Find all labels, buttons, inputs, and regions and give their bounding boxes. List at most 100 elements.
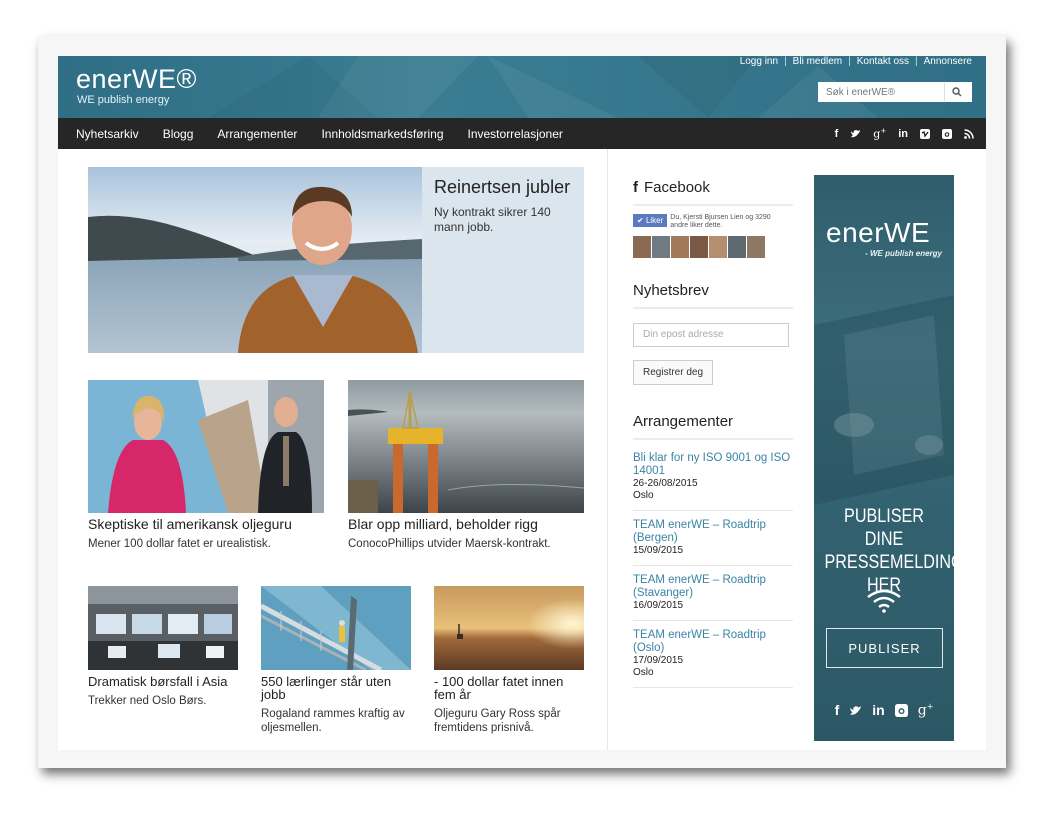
article-card[interactable]: Skeptiske til amerikansk oljeguru Mener … [88, 380, 324, 551]
avatar[interactable] [690, 236, 708, 258]
event-date: 15/09/2015 [633, 545, 684, 556]
event-date: 17/09/2015 [633, 655, 684, 666]
facebook-faces [633, 236, 793, 258]
google-plus-icon[interactable]: g+ [873, 127, 886, 141]
nav-item-news-archive[interactable]: Nyhetsarkiv [76, 127, 139, 141]
article-image[interactable] [348, 380, 584, 513]
main-nav: Nyhetsarkiv Blogg Arrangementer Innholds… [58, 118, 986, 149]
article-title[interactable]: Skeptiske til amerikansk oljeguru [88, 517, 324, 532]
linkedin-icon[interactable]: in [898, 128, 908, 140]
events-heading: Arrangementer [633, 413, 793, 440]
article-subtitle: ConocoPhillips utvider Maersk-kontrakt. [348, 538, 551, 550]
article-card[interactable]: 550 lærlinger står uten jobb Rogaland ra… [261, 586, 411, 735]
article-title[interactable]: Dramatisk børsfall i Asia [88, 675, 238, 688]
search-input[interactable] [818, 82, 944, 102]
ad-logo: enerWE [826, 217, 931, 248]
google-plus-icon[interactable]: g+ [918, 702, 934, 719]
list-item: TEAM enerWE – Roadtrip (Bergen) 15/09/20… [633, 519, 793, 566]
nav-item-events[interactable]: Arrangementer [217, 127, 297, 141]
event-link[interactable]: TEAM enerWE – Roadtrip (Oslo) [633, 629, 793, 655]
site-header: enerWE® WE publish energy Logg inn | Bli… [58, 56, 986, 118]
facebook-widget: ✔ Liker Du, Kjersti Bjursen Lien og 3290 … [633, 214, 793, 258]
article-image[interactable] [261, 586, 411, 670]
article-card[interactable]: Dramatisk børsfall i Asia Trekker ned Os… [88, 586, 238, 708]
hero-article[interactable]: Reinertsen jubler Ny kontrakt sikrer 140… [88, 167, 584, 353]
event-link[interactable]: TEAM enerWE – Roadtrip (Stavanger) [633, 574, 793, 600]
event-place: Oslo [633, 490, 654, 501]
wifi-icon [867, 589, 901, 613]
event-date: 16/09/2015 [633, 600, 684, 611]
list-item: Bli klar for ny ISO 9001 og ISO 14001 26… [633, 452, 793, 511]
vimeo-icon[interactable] [920, 128, 930, 139]
event-link[interactable]: TEAM enerWE – Roadtrip (Bergen) [633, 519, 793, 545]
sidebar: f Facebook ✔ Liker Du, Kjersti Bjursen Lie… [633, 149, 793, 750]
list-item: TEAM enerWE – Roadtrip (Stavanger) 16/09… [633, 574, 793, 621]
article-title[interactable]: 550 lærlinger står uten jobb [261, 675, 411, 701]
site-logo[interactable]: enerWE® [76, 64, 197, 95]
email-field[interactable]: Din epost adresse [633, 323, 789, 347]
article-title[interactable]: Blar opp milliard, beholder rigg [348, 517, 584, 532]
advertise-link[interactable]: Annonsere [924, 56, 972, 67]
register-button[interactable]: Registrer deg [633, 360, 714, 385]
avatar[interactable] [709, 236, 727, 258]
avatar[interactable] [728, 236, 746, 258]
publish-button[interactable]: PUBLISER [826, 628, 943, 668]
article-image[interactable] [88, 586, 238, 670]
facebook-icon: f [633, 179, 638, 196]
facebook-icon[interactable]: f [835, 702, 840, 719]
hero-image[interactable] [88, 167, 422, 353]
linkedin-icon[interactable]: in [872, 702, 884, 719]
advertisement-banner[interactable]: enerWE - WE publish energy PUBLISER DINE… [814, 175, 954, 741]
nav-item-investor-relations[interactable]: Investorrelasjoner [468, 127, 563, 141]
article-subtitle: Oljeguru Gary Ross spår fremtidens prisn… [434, 708, 561, 734]
search-box [818, 82, 972, 102]
top-links: Logg inn | Bli medlem | Kontakt oss | An… [740, 56, 972, 67]
ad-headline: PUBLISER DINE PRESSEMELDINGER HER [824, 506, 955, 596]
instagram-icon[interactable] [894, 704, 908, 717]
ad-tagline: - WE publish energy [865, 249, 942, 258]
website: enerWE® WE publish energy Logg inn | Bli… [58, 56, 986, 750]
article-card[interactable]: - 100 dollar fatet innen fem år Oljeguru… [434, 586, 584, 735]
article-subtitle: Trekker ned Oslo Børs. [88, 695, 207, 707]
article-subtitle: Mener 100 dollar fatet er urealistisk. [88, 538, 271, 550]
nav-social-icons: f g+ in [835, 118, 974, 149]
event-date: 26-26/08/2015 [633, 478, 698, 489]
twitter-icon[interactable] [849, 705, 862, 717]
facebook-icon[interactable]: f [835, 128, 839, 140]
avatar[interactable] [652, 236, 670, 258]
ad-social-icons: f in g+ [814, 702, 954, 719]
nav-item-content-marketing[interactable]: Innholdsmarkedsføring [321, 127, 443, 141]
article-title[interactable]: - 100 dollar fatet innen fem år [434, 675, 584, 701]
avatar[interactable] [747, 236, 765, 258]
avatar[interactable] [671, 236, 689, 258]
search-button[interactable] [944, 83, 968, 101]
events-list: Bli klar for ny ISO 9001 og ISO 14001 26… [633, 452, 793, 688]
article-subtitle: Rogaland rammes kraftig av oljesmellen. [261, 708, 405, 734]
link-separator: | [915, 56, 918, 67]
event-link[interactable]: Bli klar for ny ISO 9001 og ISO 14001 [633, 452, 793, 478]
instagram-icon[interactable] [942, 128, 952, 139]
list-item: TEAM enerWE – Roadtrip (Oslo) 17/09/2015… [633, 629, 793, 688]
nav-item-blog[interactable]: Blogg [163, 127, 194, 141]
link-separator: | [848, 56, 851, 67]
event-place: Oslo [633, 667, 654, 678]
facebook-heading: f Facebook [633, 179, 793, 206]
article-image[interactable] [434, 586, 584, 670]
twitter-icon[interactable] [850, 129, 861, 139]
hero-subtitle: Ny kontrakt sikrer 140 mann jobb. [434, 205, 551, 234]
facebook-like-button[interactable]: ✔ Liker [633, 214, 668, 227]
avatar[interactable] [633, 236, 651, 258]
hero-title[interactable]: Reinertsen jubler [434, 177, 570, 198]
become-member-link[interactable]: Bli medlem [793, 56, 842, 67]
rss-icon[interactable] [964, 128, 974, 139]
contact-link[interactable]: Kontakt oss [857, 56, 909, 67]
article-image[interactable] [88, 380, 324, 513]
newsletter-heading: Nyhetsbrev [633, 282, 793, 309]
login-link[interactable]: Logg inn [740, 56, 778, 67]
search-icon [951, 87, 961, 97]
article-card[interactable]: Blar opp milliard, beholder rigg ConocoP… [348, 380, 584, 551]
main-content: Reinertsen jubler Ny kontrakt sikrer 140… [58, 149, 608, 750]
link-separator: | [784, 56, 787, 67]
facebook-like-text: Du, Kjersti Bjursen Lien og 3290 andre l… [670, 214, 771, 229]
site-tagline: WE publish energy [77, 94, 170, 106]
